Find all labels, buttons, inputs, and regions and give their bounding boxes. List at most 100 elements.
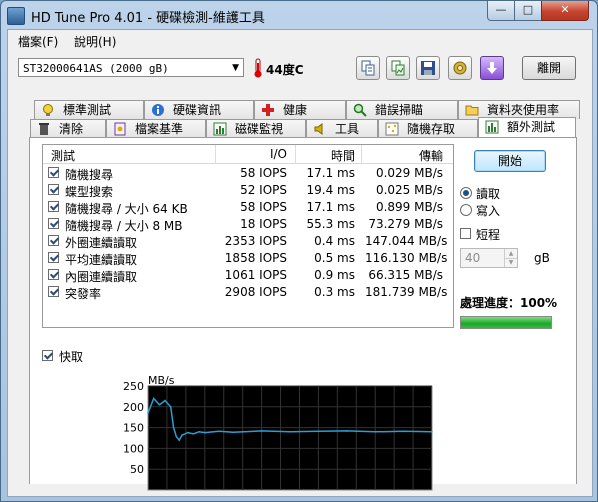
cache-checkbox[interactable] bbox=[42, 350, 53, 361]
copy-text-icon bbox=[361, 60, 375, 76]
test-checkbox[interactable] bbox=[48, 184, 59, 195]
col-header-test[interactable]: 測試 bbox=[51, 147, 75, 164]
tab-label: 磁碟監視 bbox=[235, 122, 284, 136]
app-icon bbox=[7, 7, 25, 25]
table-row[interactable]: 隨機搜尋 / 大小 8 MB 18 IOPS 55.3 ms 73.279 MB/s bbox=[43, 216, 453, 233]
test-checkbox[interactable] bbox=[48, 286, 59, 297]
title-bar[interactable]: HD Tune Pro 4.01 - 硬碟檢測-維護工具 — □ ✕ bbox=[1, 1, 597, 29]
data-point bbox=[317, 430, 320, 433]
minimize-button[interactable]: — bbox=[487, 1, 515, 21]
copy-image-button[interactable] bbox=[386, 56, 410, 80]
progress-bar bbox=[460, 316, 552, 329]
start-button[interactable]: 開始 bbox=[474, 150, 546, 172]
app-window: HD Tune Pro 4.01 - 硬碟檢測-維護工具 — □ ✕ 檔案(F)… bbox=[0, 0, 598, 502]
tab-benchmark[interactable]: 標準測試 bbox=[34, 100, 144, 119]
table-row[interactable]: 平均連續讀取 1858 IOPS 0.5 ms 116.130 MB/s bbox=[43, 250, 453, 267]
spinner-down-icon[interactable]: ▼ bbox=[504, 258, 517, 267]
tab-extra-tests[interactable]: 額外測試 bbox=[478, 117, 576, 138]
test-name: 外圈連續讀取 bbox=[65, 236, 138, 250]
test-io: 18 IOPS bbox=[240, 217, 287, 231]
tab-file-benchmark[interactable]: 檔案基準 bbox=[106, 119, 206, 138]
results-header: 測試 I/O 時間 傳輸 bbox=[43, 145, 453, 164]
test-time: 0.9 ms bbox=[314, 268, 355, 282]
table-row[interactable]: 隨機搜尋 / 大小 64 KB 58 IOPS 17.1 ms 0.899 MB/s bbox=[43, 199, 453, 216]
magnifier-icon bbox=[353, 103, 367, 117]
test-name: 隨機搜尋 bbox=[65, 168, 114, 182]
test-name: 突發率 bbox=[65, 287, 102, 301]
test-name: 內圈連續讀取 bbox=[65, 270, 138, 284]
test-time: 0.5 ms bbox=[314, 251, 355, 265]
test-checkbox[interactable] bbox=[48, 167, 59, 178]
col-header-transfer[interactable]: 傳輸 bbox=[393, 147, 443, 164]
test-checkbox[interactable] bbox=[48, 252, 59, 263]
bar-chart-icon bbox=[213, 122, 227, 136]
test-time: 0.3 ms bbox=[314, 285, 355, 299]
trash-icon bbox=[39, 123, 49, 135]
test-name: 隨機搜尋 / 大小 8 MB bbox=[65, 219, 183, 233]
table-row[interactable]: 隨機搜尋 58 IOPS 17.1 ms 0.029 MB/s bbox=[43, 165, 453, 182]
data-point bbox=[232, 431, 234, 433]
tab-erase[interactable]: 清除 bbox=[30, 119, 106, 138]
test-transfer: 73.279 MB/s bbox=[368, 217, 443, 231]
tab-label: 健康 bbox=[283, 103, 308, 117]
col-header-io[interactable]: I/O bbox=[243, 147, 287, 161]
health-cross-icon bbox=[262, 104, 274, 116]
test-checkbox[interactable] bbox=[48, 235, 59, 246]
tab-drive-info[interactable]: 硬碟資訊 bbox=[144, 100, 254, 119]
temperature-readout: 44度C bbox=[266, 63, 304, 77]
data-point bbox=[172, 426, 175, 429]
tab-tools[interactable]: 工具 bbox=[306, 119, 378, 138]
y-tick-label: 250 bbox=[123, 382, 144, 393]
drive-select[interactable]: ST32000641AS (2000 gB) ▼ bbox=[18, 58, 244, 77]
test-io: 58 IOPS bbox=[240, 166, 287, 180]
data-point bbox=[346, 430, 348, 432]
test-io: 2353 IOPS bbox=[224, 234, 287, 248]
tab-disk-monitor[interactable]: 磁碟監視 bbox=[206, 119, 306, 138]
test-time: 0.4 ms bbox=[314, 234, 355, 248]
test-transfer: 116.130 MB/s bbox=[365, 251, 448, 265]
file-benchmark-icon bbox=[114, 122, 126, 136]
options-icon bbox=[453, 61, 467, 75]
tab-error-scan[interactable]: 錯誤掃瞄 bbox=[346, 100, 458, 119]
write-radio[interactable] bbox=[460, 204, 472, 216]
read-radio[interactable] bbox=[460, 187, 472, 199]
data-point bbox=[147, 412, 149, 414]
test-io: 1061 IOPS bbox=[224, 268, 287, 282]
menu-file[interactable]: 檔案(F) bbox=[18, 33, 58, 50]
test-transfer: 147.044 MB/s bbox=[365, 234, 448, 248]
menu-help[interactable]: 說明(H) bbox=[74, 33, 116, 50]
exit-button[interactable]: 離開 bbox=[522, 56, 576, 80]
info-icon bbox=[152, 104, 164, 116]
options-button[interactable] bbox=[448, 56, 472, 80]
data-point bbox=[181, 434, 183, 436]
data-point bbox=[431, 431, 433, 433]
download-button[interactable] bbox=[480, 56, 504, 80]
table-row[interactable]: 外圈連續讀取 2353 IOPS 0.4 ms 147.044 MB/s bbox=[43, 233, 453, 250]
short-stroke-checkbox[interactable] bbox=[460, 228, 471, 239]
save-button[interactable] bbox=[416, 56, 440, 80]
cache-label: 快取 bbox=[59, 350, 84, 364]
table-row[interactable]: 內圈連續讀取 1061 IOPS 0.9 ms 66.315 MB/s bbox=[43, 267, 453, 284]
test-checkbox[interactable] bbox=[48, 201, 59, 212]
data-point bbox=[192, 433, 195, 435]
test-io: 2908 IOPS bbox=[224, 285, 287, 299]
test-transfer: 181.739 MB/s bbox=[365, 285, 448, 299]
tab-health[interactable]: 健康 bbox=[254, 100, 346, 119]
write-label: 寫入 bbox=[476, 204, 501, 218]
table-row[interactable]: 蝶型搜索 52 IOPS 19.4 ms 0.025 MB/s bbox=[43, 182, 453, 199]
test-time: 19.4 ms bbox=[306, 183, 355, 197]
save-icon bbox=[421, 61, 435, 75]
window-title: HD Tune Pro 4.01 - 硬碟檢測-維護工具 bbox=[31, 11, 265, 26]
tab-random-access[interactable]: 隨機存取 bbox=[378, 119, 478, 138]
col-header-time[interactable]: 時間 bbox=[313, 147, 355, 164]
tab-label: 清除 bbox=[59, 122, 84, 136]
copy-text-button[interactable] bbox=[356, 56, 380, 80]
speaker-icon bbox=[314, 123, 323, 135]
table-row[interactable]: 突發率 2908 IOPS 0.3 ms 181.739 MB/s bbox=[43, 284, 453, 301]
close-button[interactable]: ✕ bbox=[541, 1, 589, 21]
maximize-button[interactable]: □ bbox=[514, 1, 542, 21]
short-stroke-spinner[interactable]: 40 ▲ ▼ bbox=[460, 248, 518, 268]
test-checkbox[interactable] bbox=[48, 269, 59, 280]
test-checkbox[interactable] bbox=[48, 218, 59, 229]
test-transfer: 0.899 MB/s bbox=[375, 200, 443, 214]
